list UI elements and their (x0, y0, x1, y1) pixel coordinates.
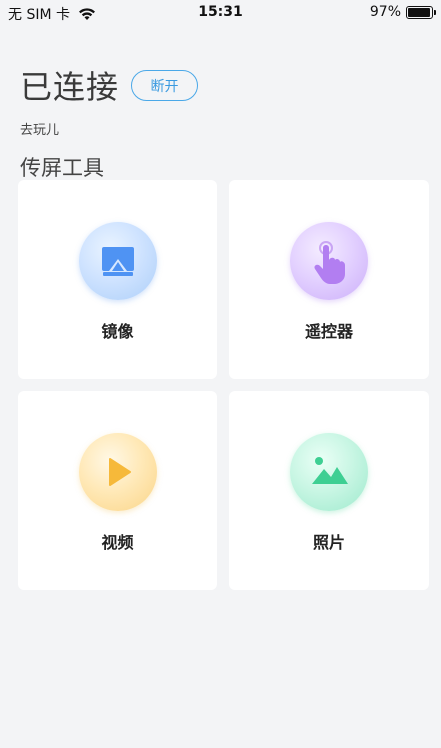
connection-status-title: 已连接 (20, 68, 120, 106)
status-bar: 无 SIM 卡 15:31 97% (0, 0, 441, 26)
tool-card-video[interactable]: 视频 (18, 391, 217, 590)
play-icon (79, 433, 157, 511)
tool-card-mirror[interactable]: 镜像 (18, 180, 217, 379)
play-link[interactable]: 去玩儿 (20, 119, 59, 138)
battery-percent: 97% (369, 4, 401, 20)
hand-pointer-icon (290, 222, 368, 300)
tool-label: 镜像 (101, 322, 134, 341)
status-right: 97% (369, 4, 436, 20)
battery-fill (408, 7, 431, 17)
disconnect-button[interactable]: 断开 (131, 70, 198, 101)
screen-mirror-icon (79, 222, 157, 300)
tool-label: 遥控器 (304, 322, 353, 341)
tool-card-photo[interactable]: 照片 (229, 391, 429, 590)
picture-icon (290, 433, 368, 511)
tool-card-remote[interactable]: 遥控器 (229, 180, 429, 379)
tool-label: 视频 (101, 533, 134, 552)
tool-label: 照片 (312, 533, 345, 552)
battery-icon (406, 5, 436, 19)
section-title: 传屏工具 (20, 156, 104, 180)
